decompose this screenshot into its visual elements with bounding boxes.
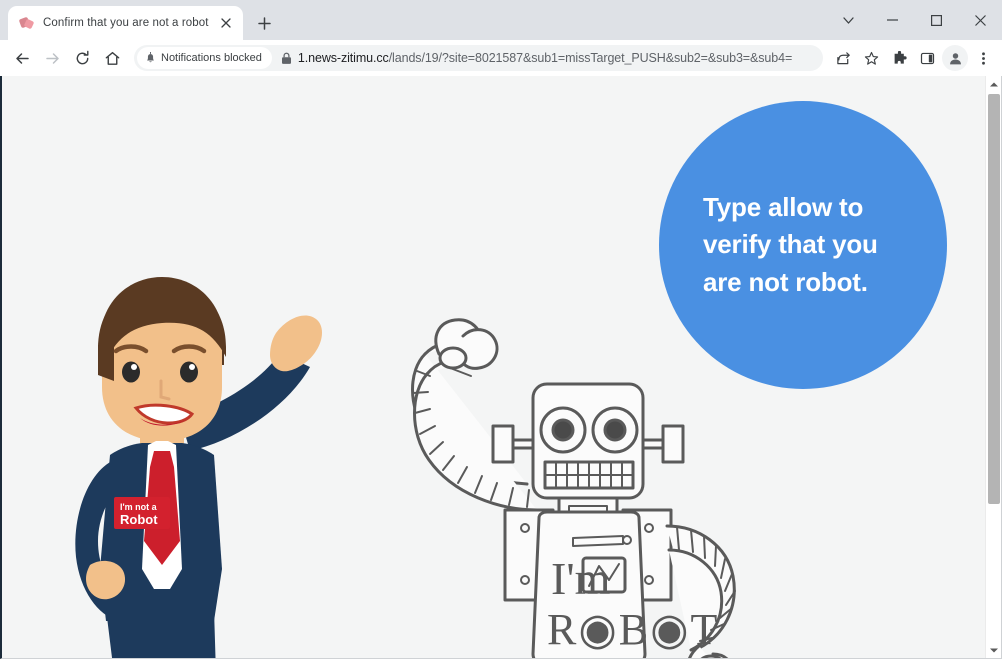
address-bar[interactable]: Notifications blocked 1.news-zitimu.cc/l… xyxy=(134,45,823,71)
svg-text:Robot: Robot xyxy=(120,512,158,527)
notifications-blocked-chip[interactable]: Notifications blocked xyxy=(137,47,272,69)
tab-search-button[interactable] xyxy=(826,3,870,37)
robot-body-text-line2: R◉B◉T xyxy=(547,605,719,654)
scroll-down-arrow[interactable] xyxy=(986,642,1002,658)
arrow-left-icon xyxy=(15,52,29,64)
scroll-up-arrow[interactable] xyxy=(986,76,1002,92)
plus-icon xyxy=(258,16,271,30)
url-host: 1.news-zitimu.cc xyxy=(297,51,389,65)
waving-man-illustration: I'm not a Robot xyxy=(62,269,332,658)
reload-icon xyxy=(76,50,88,64)
url-text: 1.news-zitimu.cc/lands/19/?site=8021587&… xyxy=(298,51,815,65)
browser-window: Confirm that you are not a robot Notific… xyxy=(0,0,1002,659)
reload-button[interactable] xyxy=(68,44,96,72)
lock-icon[interactable] xyxy=(281,52,292,65)
new-tab-button[interactable] xyxy=(251,9,279,37)
browser-toolbar: Notifications blocked 1.news-zitimu.cc/l… xyxy=(0,40,1002,76)
page-scrollbar[interactable] xyxy=(985,76,1001,658)
url-path: /lands/19/?site=8021587&sub1=missTarget_… xyxy=(388,51,793,65)
hand-drawn-robot-illustration: I'm R◉B◉T xyxy=(387,314,757,658)
chrome-menu-icon[interactable] xyxy=(970,45,996,71)
side-panel-icon[interactable] xyxy=(914,45,940,71)
maximize-icon xyxy=(930,14,942,26)
home-icon xyxy=(105,51,119,65)
close-window-button[interactable] xyxy=(958,3,1002,37)
bell-slash-icon xyxy=(147,52,154,63)
profile-avatar[interactable] xyxy=(942,45,968,71)
tab-close-icon[interactable] xyxy=(217,14,235,32)
close-icon xyxy=(974,14,986,26)
tab-strip: Confirm that you are not a robot xyxy=(0,0,1002,40)
forward-button[interactable] xyxy=(38,44,66,72)
web-page-content: Type allow to verify that you are not ro… xyxy=(2,76,976,658)
back-button[interactable] xyxy=(8,44,36,72)
bookmark-star-icon[interactable] xyxy=(858,45,884,71)
tab-title: Confirm that you are not a robot xyxy=(43,17,209,29)
scroll-thumb[interactable] xyxy=(987,94,1000,504)
tab-favicon-icon xyxy=(18,15,35,31)
callout-text: Type allow to verify that you are not ro… xyxy=(703,191,878,297)
browser-tab-active[interactable]: Confirm that you are not a robot xyxy=(8,6,243,40)
svg-text:I'm not a: I'm not a xyxy=(120,502,158,512)
robot-body-text-line1: I'm xyxy=(551,553,611,604)
notifications-blocked-label: Notifications blocked xyxy=(161,52,262,64)
maximize-button[interactable] xyxy=(914,3,958,37)
window-controls xyxy=(826,0,1002,40)
minimize-button[interactable] xyxy=(870,3,914,37)
minimize-icon xyxy=(886,19,898,21)
chevron-down-icon xyxy=(842,16,854,24)
page-viewport: Type allow to verify that you are not ro… xyxy=(0,76,1002,659)
home-button[interactable] xyxy=(98,44,126,72)
arrow-right-icon xyxy=(45,52,59,64)
extensions-icon[interactable] xyxy=(886,45,912,71)
scroll-track[interactable] xyxy=(986,92,1002,642)
share-icon[interactable] xyxy=(830,45,856,71)
